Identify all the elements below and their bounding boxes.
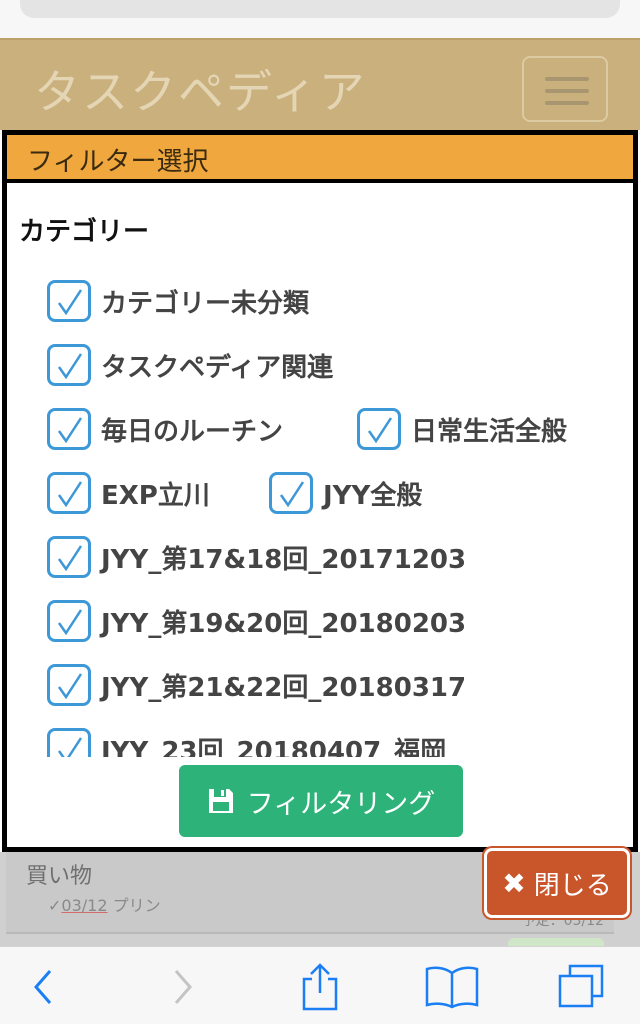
checkbox[interactable] bbox=[47, 344, 91, 386]
checkbox[interactable] bbox=[47, 472, 91, 514]
category-checkbox-item[interactable]: 毎日のルーチン bbox=[47, 407, 283, 451]
check-icon bbox=[57, 609, 83, 636]
save-icon bbox=[208, 789, 233, 813]
browser-address-bar bbox=[0, 0, 640, 38]
modal-header: フィルター選択 bbox=[7, 135, 633, 183]
check-icon bbox=[367, 417, 393, 444]
category-checkbox-item[interactable]: JYY_23回_20180407_福岡 bbox=[47, 727, 446, 757]
check-icon bbox=[57, 673, 83, 700]
category-label: 日常生活全般 bbox=[411, 416, 568, 447]
checkbox[interactable] bbox=[269, 472, 313, 514]
checkbox[interactable] bbox=[47, 664, 91, 706]
menu-bar-icon bbox=[545, 89, 589, 93]
bookmarks-icon[interactable] bbox=[424, 965, 480, 1009]
category-checkbox-item[interactable]: カテゴリー未分類 bbox=[47, 279, 309, 323]
browser-toolbar bbox=[0, 946, 640, 1024]
task-subline: ✓03/12 プリン bbox=[48, 892, 161, 916]
category-checkbox-item[interactable]: タスクペディア関連 bbox=[47, 343, 333, 387]
checkbox[interactable] bbox=[47, 728, 91, 757]
check-icon bbox=[279, 481, 305, 508]
task-note: プリン bbox=[112, 896, 161, 915]
share-icon[interactable] bbox=[298, 961, 342, 1013]
category-label: 毎日のルーチン bbox=[101, 416, 284, 447]
check-icon bbox=[57, 289, 83, 316]
close-icon: ✖ bbox=[502, 866, 526, 900]
check-icon bbox=[57, 353, 83, 380]
checkbox[interactable] bbox=[47, 408, 91, 450]
back-icon[interactable] bbox=[30, 967, 56, 1007]
category-checkbox-item[interactable]: 日常生活全般 bbox=[357, 407, 567, 451]
category-checkbox-item[interactable]: EXP立川 bbox=[47, 471, 210, 515]
modal-title: フィルター選択 bbox=[27, 147, 209, 177]
category-checkbox-item[interactable]: JYY_第17&18回_20171203 bbox=[47, 535, 466, 579]
menu-bar-icon bbox=[545, 77, 589, 81]
category-section-title: カテゴリー bbox=[19, 217, 150, 247]
category-label: EXP立川 bbox=[101, 480, 210, 511]
close-button[interactable]: ✖ 閉じる bbox=[484, 848, 630, 918]
app-header: タスクペディア bbox=[0, 38, 640, 130]
category-label: JYY_第21&22回_20180317 bbox=[101, 672, 467, 703]
hamburger-menu-button[interactable] bbox=[522, 56, 608, 122]
filter-modal: フィルター選択 カテゴリー カテゴリー未分類 タスクペディア関連 毎日のルーチン… bbox=[2, 130, 638, 852]
category-label: JYY_23回_20180407_福岡 bbox=[101, 736, 447, 758]
checkbox[interactable] bbox=[47, 280, 91, 322]
forward-icon[interactable] bbox=[170, 967, 196, 1007]
category-list[interactable]: カテゴリー未分類 タスクペディア関連 毎日のルーチン 日常生活全般 EXP立川 … bbox=[7, 265, 633, 757]
task-title: 買い物 bbox=[26, 864, 93, 889]
check-icon bbox=[57, 737, 83, 757]
check-icon bbox=[57, 417, 83, 444]
check-mark-icon: ✓ bbox=[48, 896, 62, 915]
filter-button[interactable]: フィルタリング bbox=[179, 765, 463, 837]
category-label: JYY_第17&18回_20171203 bbox=[101, 544, 467, 575]
category-label: タスクペディア関連 bbox=[101, 352, 334, 383]
filter-button-label: フィルタリング bbox=[246, 788, 436, 820]
category-checkbox-item[interactable]: JYY_第21&22回_20180317 bbox=[47, 663, 466, 707]
menu-bar-icon bbox=[545, 101, 589, 105]
tabs-icon[interactable] bbox=[556, 963, 606, 1011]
category-checkbox-item[interactable]: JYY全般 bbox=[269, 471, 422, 515]
task-date: 03/12 bbox=[61, 896, 108, 915]
checkbox[interactable] bbox=[47, 600, 91, 642]
close-button-label: 閉じる bbox=[533, 870, 612, 901]
category-label: JYY_第19&20回_20180203 bbox=[101, 608, 467, 639]
category-label: JYY全般 bbox=[323, 480, 423, 511]
url-field[interactable] bbox=[20, 0, 620, 18]
check-icon bbox=[57, 545, 83, 572]
checkbox[interactable] bbox=[357, 408, 401, 450]
category-checkbox-item[interactable]: JYY_第19&20回_20180203 bbox=[47, 599, 466, 643]
check-icon bbox=[57, 481, 83, 508]
category-label: カテゴリー未分類 bbox=[101, 288, 310, 319]
checkbox[interactable] bbox=[47, 536, 91, 578]
app-title[interactable]: タスクペディア bbox=[34, 56, 367, 122]
